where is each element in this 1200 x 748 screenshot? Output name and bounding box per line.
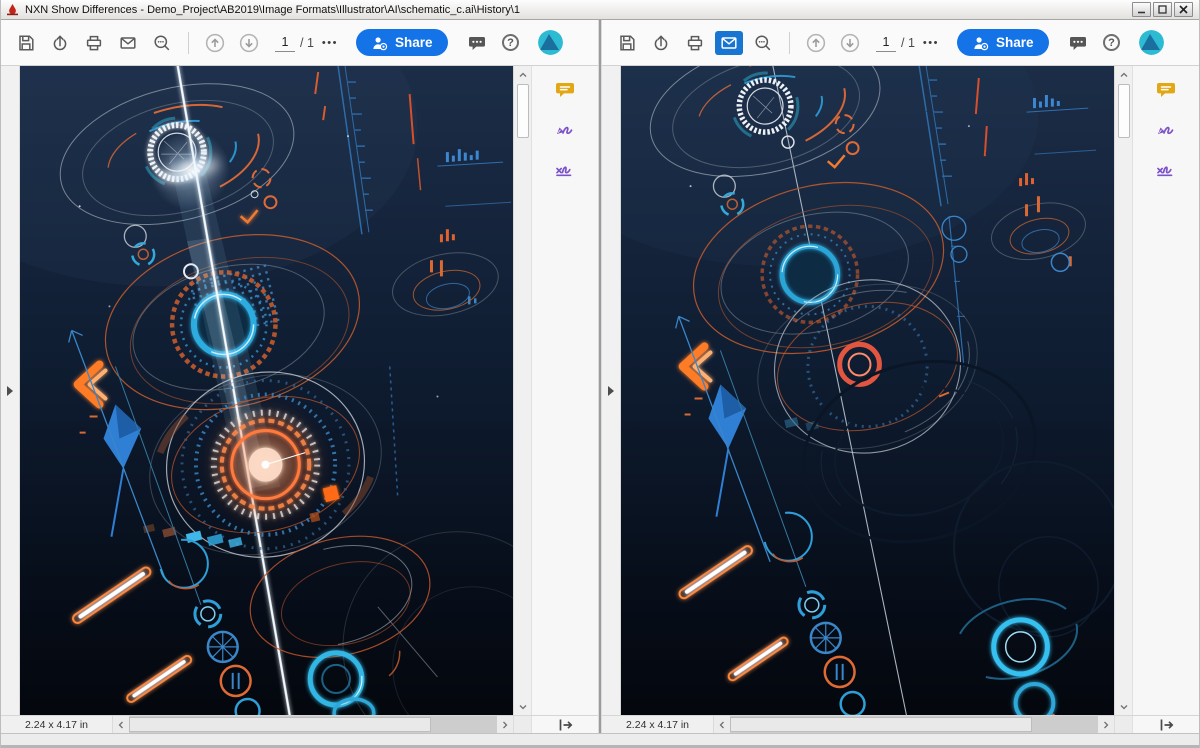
comment-bubble-button[interactable] (460, 26, 494, 60)
scroll-left-button[interactable] (714, 716, 730, 733)
minimize-button[interactable] (1132, 2, 1151, 17)
scrollbar-corner (513, 716, 531, 733)
horizontal-scroll-thumb[interactable] (129, 717, 431, 732)
avatar[interactable] (1139, 30, 1164, 55)
request-signature-tool-button[interactable] (546, 152, 584, 184)
page-total-label: / 1 (901, 36, 915, 50)
pane-right: 1 / 1 ••• Share ? (602, 20, 1199, 733)
share-label: Share (996, 35, 1034, 50)
bottombar-left: 2.24 x 4.17 in (1, 715, 598, 733)
content-left (1, 66, 598, 715)
share-person-icon (371, 35, 388, 51)
expand-tools-button[interactable] (555, 715, 575, 735)
scrollbar-corner (1114, 716, 1132, 733)
scroll-down-button[interactable] (1115, 698, 1132, 715)
vertical-scroll-thumb[interactable] (517, 84, 529, 138)
compare-panes: 1 / 1 ••• Share ? (1, 20, 1199, 733)
print-button[interactable] (77, 26, 111, 60)
request-signature-tool-button[interactable] (1147, 152, 1185, 184)
toolbar-left: 1 / 1 ••• Share ? (1, 20, 598, 66)
tools-strip-left (531, 66, 598, 715)
expand-tools-button[interactable] (1156, 715, 1176, 735)
help-icon: ? (1103, 34, 1120, 51)
help-button[interactable]: ? (1095, 26, 1129, 60)
fill-and-sign-tool-button[interactable] (546, 113, 584, 145)
page-up-button[interactable] (198, 26, 232, 60)
window-bottom-edge (1, 733, 1199, 748)
nav-pane-toggle-right[interactable] (602, 66, 621, 715)
scroll-up-button[interactable] (1115, 66, 1132, 83)
schematic-artwork-flat (621, 66, 1114, 715)
help-button[interactable]: ? (494, 26, 528, 60)
tools-strip-right (1132, 66, 1199, 715)
titlebar: NXN Show Differences - Demo_Project\AB20… (1, 0, 1199, 20)
toolbar-divider (789, 32, 790, 54)
horizontal-scrollbar[interactable] (129, 716, 497, 733)
horizontal-scrollbar[interactable] (730, 716, 1098, 733)
page-dimensions: 2.24 x 4.17 in (1, 716, 113, 733)
more-options-button[interactable]: ••• (322, 37, 338, 49)
page-dimensions: 2.24 x 4.17 in (602, 716, 714, 733)
window-title: NXN Show Differences - Demo_Project\AB20… (25, 4, 520, 16)
save-button[interactable] (610, 26, 644, 60)
help-icon: ? (502, 34, 519, 51)
maximize-button[interactable] (1153, 2, 1172, 17)
scroll-up-button[interactable] (514, 66, 531, 83)
vertical-scroll-thumb[interactable] (1118, 84, 1130, 138)
upload-cloud-button[interactable] (43, 26, 77, 60)
toolbar-right: 1 / 1 ••• Share ? (602, 20, 1199, 66)
app-icon (5, 3, 19, 17)
save-button[interactable] (9, 26, 43, 60)
email-button-active[interactable] (715, 31, 743, 55)
fill-and-sign-tool-button[interactable] (1147, 113, 1185, 145)
vertical-scrollbar-right[interactable] (1114, 66, 1132, 715)
search-button[interactable] (145, 26, 179, 60)
search-button[interactable] (746, 26, 780, 60)
page-total-label: / 1 (300, 36, 314, 50)
page-down-button[interactable] (232, 26, 266, 60)
scroll-down-button[interactable] (514, 698, 531, 715)
upload-cloud-button[interactable] (644, 26, 678, 60)
comment-tool-button[interactable] (546, 74, 584, 106)
pane-left: 1 / 1 ••• Share ? (1, 20, 598, 733)
page-down-button[interactable] (833, 26, 867, 60)
page-number-input[interactable]: 1 (876, 33, 896, 52)
close-button[interactable] (1174, 2, 1193, 17)
scroll-right-button[interactable] (497, 716, 513, 733)
print-button[interactable] (678, 26, 712, 60)
document-canvas-right[interactable] (621, 66, 1114, 715)
document-canvas-left[interactable] (20, 66, 513, 715)
tools-bottom-left (531, 716, 598, 733)
content-right (602, 66, 1199, 715)
tools-bottom-right (1132, 716, 1199, 733)
more-options-button[interactable]: ••• (923, 37, 939, 49)
bottombar-right: 2.24 x 4.17 in (602, 715, 1199, 733)
window-controls (1132, 2, 1195, 17)
share-button[interactable]: Share (356, 29, 448, 56)
page-number-input[interactable]: 1 (275, 33, 295, 52)
toolbar-divider (188, 32, 189, 54)
share-person-icon (972, 35, 989, 51)
nav-pane-toggle-left[interactable] (1, 66, 20, 715)
page-up-button[interactable] (799, 26, 833, 60)
nav-pane-arrow-icon (608, 386, 614, 396)
app-window: NXN Show Differences - Demo_Project\AB20… (0, 0, 1200, 748)
email-button[interactable] (111, 26, 145, 60)
share-button[interactable]: Share (957, 29, 1049, 56)
share-label: Share (395, 35, 433, 50)
vertical-scrollbar-left[interactable] (513, 66, 531, 715)
comment-bubble-button[interactable] (1061, 26, 1095, 60)
horizontal-scroll-thumb[interactable] (730, 717, 1032, 732)
scroll-left-button[interactable] (113, 716, 129, 733)
scroll-right-button[interactable] (1098, 716, 1114, 733)
comment-tool-button[interactable] (1147, 74, 1185, 106)
avatar[interactable] (538, 30, 563, 55)
schematic-artwork-glow (20, 66, 513, 715)
nav-pane-arrow-icon (7, 386, 13, 396)
